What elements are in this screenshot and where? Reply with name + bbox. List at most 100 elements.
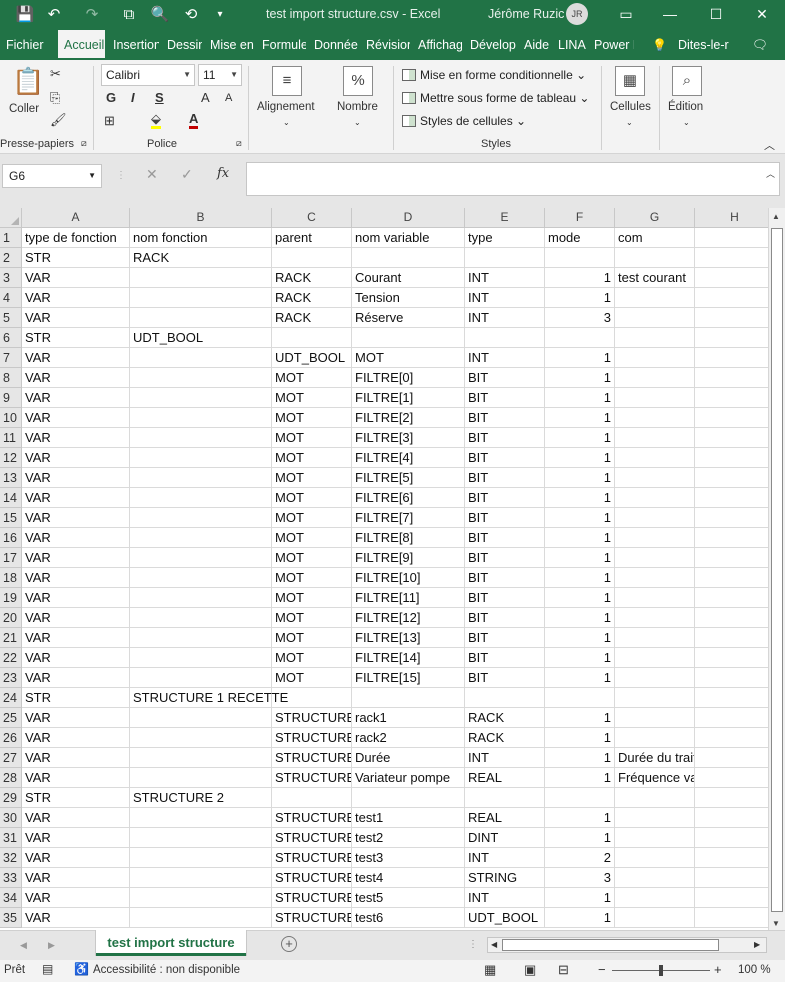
cell[interactable]: 3 xyxy=(545,308,615,328)
cell[interactable]: FILTRE[12] xyxy=(352,608,465,628)
name-box[interactable]: G6 ▼ xyxy=(2,164,102,188)
cell[interactable]: BIT xyxy=(465,368,545,388)
cell[interactable]: 1 xyxy=(545,768,615,788)
cell[interactable]: FILTRE[11] xyxy=(352,588,465,608)
cell[interactable]: Variateur pompe xyxy=(352,768,465,788)
cell[interactable]: STRUCTURE 2 xyxy=(272,908,352,928)
cell[interactable]: INT xyxy=(465,268,545,288)
cell[interactable]: VAR xyxy=(22,288,130,308)
lightbulb-icon[interactable]: 💡 xyxy=(652,30,668,60)
copy-icon[interactable]: ⎘ xyxy=(50,90,60,106)
row-header[interactable]: 2 xyxy=(0,248,22,268)
cell[interactable] xyxy=(615,468,695,488)
cell[interactable] xyxy=(695,428,768,448)
cell[interactable]: BIT xyxy=(465,408,545,428)
cell[interactable]: 1 xyxy=(545,748,615,768)
cell[interactable]: BIT xyxy=(465,548,545,568)
cell[interactable]: 1 xyxy=(545,808,615,828)
cell[interactable]: 1 xyxy=(545,528,615,548)
cell[interactable] xyxy=(695,868,768,888)
cell[interactable]: MOT xyxy=(352,348,465,368)
cell[interactable]: VAR xyxy=(22,888,130,908)
chevron-down-icon[interactable]: ⌄ xyxy=(683,118,690,127)
cell[interactable] xyxy=(695,648,768,668)
row-header[interactable]: 3 xyxy=(0,268,22,288)
cell[interactable] xyxy=(130,508,272,528)
cell[interactable]: MOT xyxy=(272,568,352,588)
cell[interactable]: VAR xyxy=(22,388,130,408)
comments-icon[interactable]: 🗨 xyxy=(752,30,776,60)
cell[interactable] xyxy=(695,748,768,768)
cell[interactable] xyxy=(695,808,768,828)
cell[interactable]: VAR xyxy=(22,608,130,628)
cell[interactable] xyxy=(615,408,695,428)
cell[interactable] xyxy=(695,528,768,548)
cell[interactable] xyxy=(695,228,768,248)
cell[interactable]: test5 xyxy=(352,888,465,908)
row-header[interactable]: 30 xyxy=(0,808,22,828)
cell[interactable] xyxy=(130,848,272,868)
row-header[interactable]: 20 xyxy=(0,608,22,628)
accessibility-icon[interactable]: ♿ xyxy=(74,962,89,976)
scroll-right-icon[interactable]: ▶ xyxy=(754,940,760,949)
cell[interactable]: 1 xyxy=(545,728,615,748)
cell[interactable] xyxy=(695,828,768,848)
cells-icon[interactable]: ▦ xyxy=(615,66,645,96)
cell[interactable] xyxy=(130,488,272,508)
cell[interactable]: UDT_BOOL xyxy=(465,908,545,928)
borders-icon[interactable]: ⊞ xyxy=(104,113,115,129)
undo-icon[interactable]: ↶ xyxy=(43,4,65,26)
cell[interactable] xyxy=(695,508,768,528)
cell[interactable]: MOT xyxy=(272,668,352,688)
cell[interactable]: DINT xyxy=(465,828,545,848)
column-header-b[interactable]: B xyxy=(130,208,272,228)
cell[interactable]: FILTRE[4] xyxy=(352,448,465,468)
sheet-tab[interactable]: test import structure xyxy=(96,930,246,956)
cell[interactable] xyxy=(272,328,352,348)
cell[interactable]: MOT xyxy=(272,528,352,548)
cell[interactable]: 1 xyxy=(545,408,615,428)
cell[interactable]: FILTRE[10] xyxy=(352,568,465,588)
grow-font-button[interactable]: A xyxy=(201,90,210,105)
cell[interactable]: STR xyxy=(22,248,130,268)
cell[interactable]: VAR xyxy=(22,308,130,328)
column-header-c[interactable]: C xyxy=(272,208,352,228)
cell[interactable] xyxy=(130,748,272,768)
cell[interactable]: UDT_BOOL xyxy=(272,348,352,368)
cell[interactable]: BIT xyxy=(465,648,545,668)
cell[interactable]: MOT xyxy=(272,648,352,668)
cell[interactable] xyxy=(130,368,272,388)
cell[interactable]: Courant xyxy=(352,268,465,288)
cell[interactable]: RACK xyxy=(465,728,545,748)
cell[interactable]: type de fonction xyxy=(22,228,130,248)
cell[interactable] xyxy=(130,768,272,788)
cell[interactable] xyxy=(130,908,272,928)
cell[interactable] xyxy=(465,328,545,348)
cell[interactable]: BIT xyxy=(465,568,545,588)
previous-sheet-icon[interactable]: ◀ xyxy=(20,940,27,951)
accessibility-status[interactable]: Accessibilité : non disponible xyxy=(93,964,240,976)
cell[interactable] xyxy=(695,908,768,928)
cell[interactable]: BIT xyxy=(465,428,545,448)
row-header[interactable]: 25 xyxy=(0,708,22,728)
cell[interactable]: 1 xyxy=(545,628,615,648)
cell[interactable]: rack2 xyxy=(352,728,465,748)
cell[interactable]: test1 xyxy=(352,808,465,828)
font-launcher-icon[interactable]: ⧄ xyxy=(236,138,242,149)
form-icon[interactable]: ⧉ xyxy=(118,4,140,26)
cell[interactable]: MOT xyxy=(272,588,352,608)
row-header[interactable]: 5 xyxy=(0,308,22,328)
number-format-icon[interactable]: % xyxy=(343,66,373,96)
row-header[interactable]: 11 xyxy=(0,428,22,448)
format-painter-icon[interactable]: 🖌 xyxy=(50,112,67,128)
tab-power-p[interactable]: Power P xyxy=(588,30,634,60)
chevron-down-icon[interactable]: ⌄ xyxy=(626,118,633,127)
cell[interactable] xyxy=(545,788,615,808)
cell[interactable] xyxy=(615,288,695,308)
cell[interactable] xyxy=(545,248,615,268)
row-header[interactable]: 9 xyxy=(0,388,22,408)
cell[interactable] xyxy=(615,628,695,648)
cell[interactable] xyxy=(130,628,272,648)
cell[interactable] xyxy=(695,288,768,308)
row-header[interactable]: 1 xyxy=(0,228,22,248)
